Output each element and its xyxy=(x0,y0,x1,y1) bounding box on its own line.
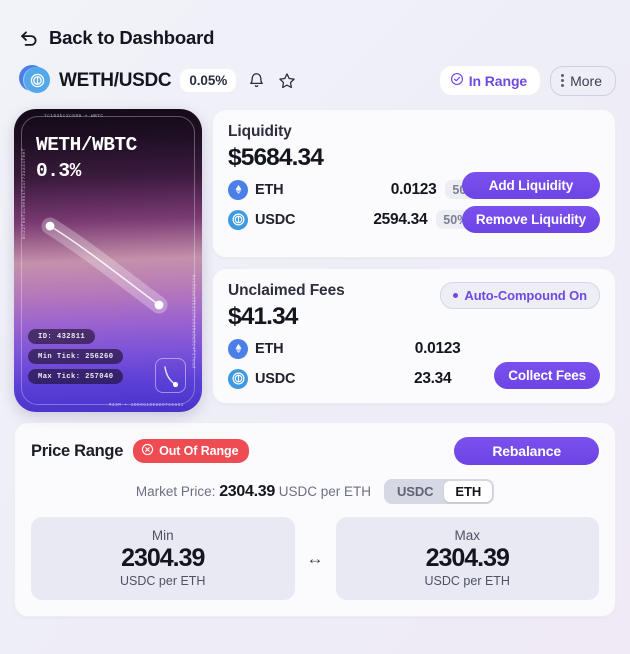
x-circle-icon xyxy=(141,443,154,459)
price-range-header: Price Range Out Of Range Rebalance xyxy=(31,437,599,465)
usdc-token-icon xyxy=(228,368,248,389)
nft-badge-min-tick: Min Tick: 256260 xyxy=(28,349,124,364)
max-price-label: Max xyxy=(454,528,480,543)
market-price-text: Market Price: 2304.39 USDC per ETH xyxy=(136,483,371,501)
fees-row-symbol: ETH xyxy=(255,340,284,357)
eth-token-icon xyxy=(228,179,248,200)
right-column: Liquidity $5684.34 ETH 0.0123 50% USDC 2… xyxy=(212,109,616,412)
liquidity-card: Liquidity $5684.34 ETH 0.0123 50% USDC 2… xyxy=(212,109,616,258)
denomination-toggle[interactable]: USDC ETH xyxy=(383,479,495,504)
market-price-row: Market Price: 2304.39 USDC per ETH USDC … xyxy=(31,479,599,504)
collect-fees-button[interactable]: Collect Fees xyxy=(494,362,600,389)
min-price-value: 2304.39 xyxy=(121,544,205,572)
range-arrow-icon: ↔ xyxy=(306,548,324,568)
nft-badge-list: ID: 432811 Min Tick: 256260 Max Tick: 25… xyxy=(28,329,124,384)
out-of-range-label: Out Of Range xyxy=(159,444,239,458)
liquidity-title: Liquidity xyxy=(228,123,292,140)
price-range-minmax: Min 2304.39 USDC per ETH ↔ Max 2304.39 U… xyxy=(31,517,599,601)
auto-compound-label: Auto-Compound On xyxy=(464,288,587,303)
bell-icon[interactable] xyxy=(245,70,267,92)
status-badge-in-range[interactable]: In Range xyxy=(439,66,541,95)
more-button-label: More xyxy=(570,72,602,89)
market-price-label: Market Price: xyxy=(135,483,216,499)
denomination-option-usdc[interactable]: USDC xyxy=(386,481,444,502)
auto-compound-toggle[interactable]: Auto-Compound On xyxy=(440,282,600,309)
liquidity-row-symbol: USDC xyxy=(255,211,296,228)
min-price-box[interactable]: Min 2304.39 USDC per ETH xyxy=(31,517,295,601)
max-price-value: 2304.39 xyxy=(425,544,510,572)
nft-badge-id: ID: 432811 xyxy=(28,329,96,344)
usdc-token-icon xyxy=(24,67,50,93)
undo-arrow-icon xyxy=(18,27,40,49)
fee-tier-chip: 0.05% xyxy=(180,69,237,92)
fees-row-eth: ETH 0.0123 xyxy=(228,337,600,361)
price-range-card: Price Range Out Of Range Rebalance Marke… xyxy=(14,422,616,618)
rebalance-button[interactable]: Rebalance xyxy=(454,437,599,465)
star-icon[interactable] xyxy=(276,70,298,92)
fees-row-amount: 0.0123 xyxy=(414,339,461,357)
add-liquidity-button[interactable]: Add Liquidity xyxy=(461,172,600,199)
fees-row-amount: 23.34 xyxy=(414,369,452,387)
liquidity-total-value: $5684.34 xyxy=(228,144,324,171)
status-badge-label: In Range xyxy=(468,72,528,89)
max-price-unit: USDC per ETH xyxy=(424,574,510,589)
main-content: 7c193bc2c599 • WBTC 0x22f60f4c9e954f2a77… xyxy=(0,96,630,412)
eth-token-icon xyxy=(228,338,248,359)
denomination-option-eth[interactable]: ETH xyxy=(444,481,493,502)
pair-header-left: WETH/USDC 0.05% xyxy=(19,65,440,96)
pair-name: WETH/USDC xyxy=(59,69,172,91)
back-to-dashboard-link[interactable]: Back to Dashboard xyxy=(0,0,630,49)
vertical-dots-icon xyxy=(561,74,565,87)
min-price-label: Min xyxy=(151,528,174,543)
curve-thumbnail-icon xyxy=(155,358,186,393)
pair-header: WETH/USDC 0.05% In Range More xyxy=(0,49,630,96)
max-price-box[interactable]: Max 2304.39 USDC per ETH xyxy=(335,517,599,601)
liquidity-row-amount: 0.0123 xyxy=(390,180,437,198)
fees-row-symbol: USDC xyxy=(255,370,296,387)
nft-badge-max-tick: Max Tick: 257040 xyxy=(28,369,124,384)
min-price-unit: USDC per ETH xyxy=(120,574,206,589)
market-price-value: 2304.39 xyxy=(219,482,275,500)
pair-token-logos xyxy=(19,65,50,96)
liquidity-row-symbol: ETH xyxy=(255,181,284,198)
unclaimed-fees-card: Unclaimed Fees $41.34 Auto-Compound On E… xyxy=(212,268,616,404)
liquidity-actions: Add Liquidity Remove Liquidity xyxy=(461,172,600,233)
more-button[interactable]: More xyxy=(550,65,616,96)
status-dot-icon xyxy=(453,293,459,298)
status-badge-out-of-range: Out Of Range xyxy=(133,439,250,463)
market-price-unit: USDC per ETH xyxy=(278,483,371,499)
check-circle-icon xyxy=(450,72,464,89)
remove-liquidity-button[interactable]: Remove Liquidity xyxy=(461,206,600,233)
back-to-dashboard-label: Back to Dashboard xyxy=(49,27,215,48)
price-range-title: Price Range xyxy=(31,441,124,460)
liquidity-row-amount: 2594.34 xyxy=(373,210,428,228)
position-nft-card[interactable]: 7c193bc2c599 • WBTC 0x22f60f4c9e954f2a77… xyxy=(14,109,202,412)
position-nft-artwork: 7c193bc2c599 • WBTC 0x22f60f4c9e954f2a77… xyxy=(14,109,202,412)
pair-header-right: In Range More xyxy=(439,65,616,96)
usdc-token-icon xyxy=(228,209,248,230)
